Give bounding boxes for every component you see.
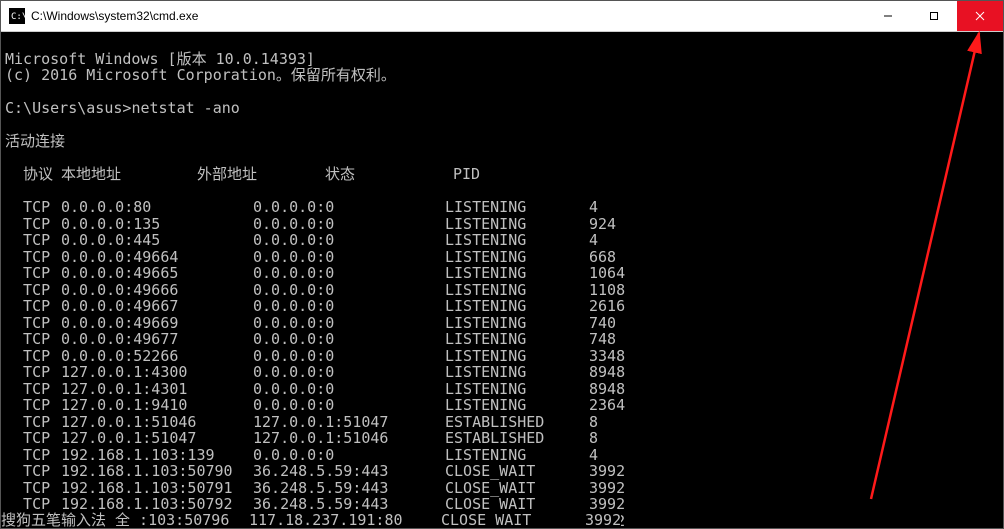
cmd-window: C:\ C:\Windows\system32\cmd.exe Microsof…	[0, 0, 1004, 529]
table-row: TCP0.0.0.0:1350.0.0.0:0LISTENING924	[5, 216, 999, 233]
table-row: TCP127.0.0.1:94100.0.0.0:0LISTENING2364	[5, 397, 999, 414]
minimize-button[interactable]	[865, 1, 911, 31]
window-controls	[865, 1, 1003, 31]
section-title: 活动连接	[5, 132, 65, 150]
table-row: TCP0.0.0.0:496640.0.0.0:0LISTENING668	[5, 249, 999, 266]
table-row: TCP127.0.0.1:51047127.0.0.1:51046ESTABLI…	[5, 430, 999, 447]
table-row: TCP192.168.1.103:1390.0.0.0:0LISTENING4	[5, 447, 999, 464]
maximize-button[interactable]	[911, 1, 957, 31]
svg-text:C:\: C:\	[11, 12, 25, 22]
table-row: TCP192.168.1.103:5079036.248.5.59:443CLO…	[5, 463, 999, 480]
close-button[interactable]	[957, 1, 1003, 31]
console-area[interactable]: Microsoft Windows [版本 10.0.14393] (c) 20…	[1, 32, 1003, 528]
window-title: C:\Windows\system32\cmd.exe	[31, 9, 865, 23]
titlebar[interactable]: C:\ C:\Windows\system32\cmd.exe	[1, 1, 1003, 32]
table-row: TCP192.168.1.103:5079136.248.5.59:443CLO…	[5, 480, 999, 497]
table-row: TCP0.0.0.0:496650.0.0.0:0LISTENING1064	[5, 265, 999, 282]
prompt: C:\Users\asus>netstat -ano	[5, 99, 240, 117]
table-header: 协议本地地址外部地址状态PID	[5, 166, 999, 183]
table-row: TCP0.0.0.0:496660.0.0.0:0LISTENING1108	[5, 282, 999, 299]
table-body: TCP0.0.0.0:800.0.0.0:0LISTENING4 TCP0.0.…	[5, 199, 999, 528]
banner-line: Microsoft Windows [版本 10.0.14393]	[5, 50, 315, 68]
table-row: TCP127.0.0.1:43010.0.0.0:0LISTENING8948	[5, 381, 999, 398]
table-row: TCP0.0.0.0:4450.0.0.0:0LISTENING4	[5, 232, 999, 249]
table-row: TCP0.0.0.0:522660.0.0.0:0LISTENING3348	[5, 348, 999, 365]
table-row: TCP0.0.0.0:496690.0.0.0:0LISTENING740	[5, 315, 999, 332]
banner-line: (c) 2016 Microsoft Corporation。保留所有权利。	[5, 66, 396, 84]
ime-status-bar: 搜狗五笔输入法 全 :103:50796117.18.237.191:80CLO…	[1, 512, 621, 529]
table-row: TCP0.0.0.0:800.0.0.0:0LISTENING4	[5, 199, 999, 216]
table-row: TCP127.0.0.1:51046127.0.0.1:51047ESTABLI…	[5, 414, 999, 431]
table-row: TCP0.0.0.0:496770.0.0.0:0LISTENING748	[5, 331, 999, 348]
table-row: TCP0.0.0.0:496670.0.0.0:0LISTENING2616	[5, 298, 999, 315]
cmd-icon: C:\	[9, 8, 25, 24]
command-text: netstat -ano	[131, 99, 239, 117]
table-row: TCP127.0.0.1:43000.0.0.0:0LISTENING8948	[5, 364, 999, 381]
